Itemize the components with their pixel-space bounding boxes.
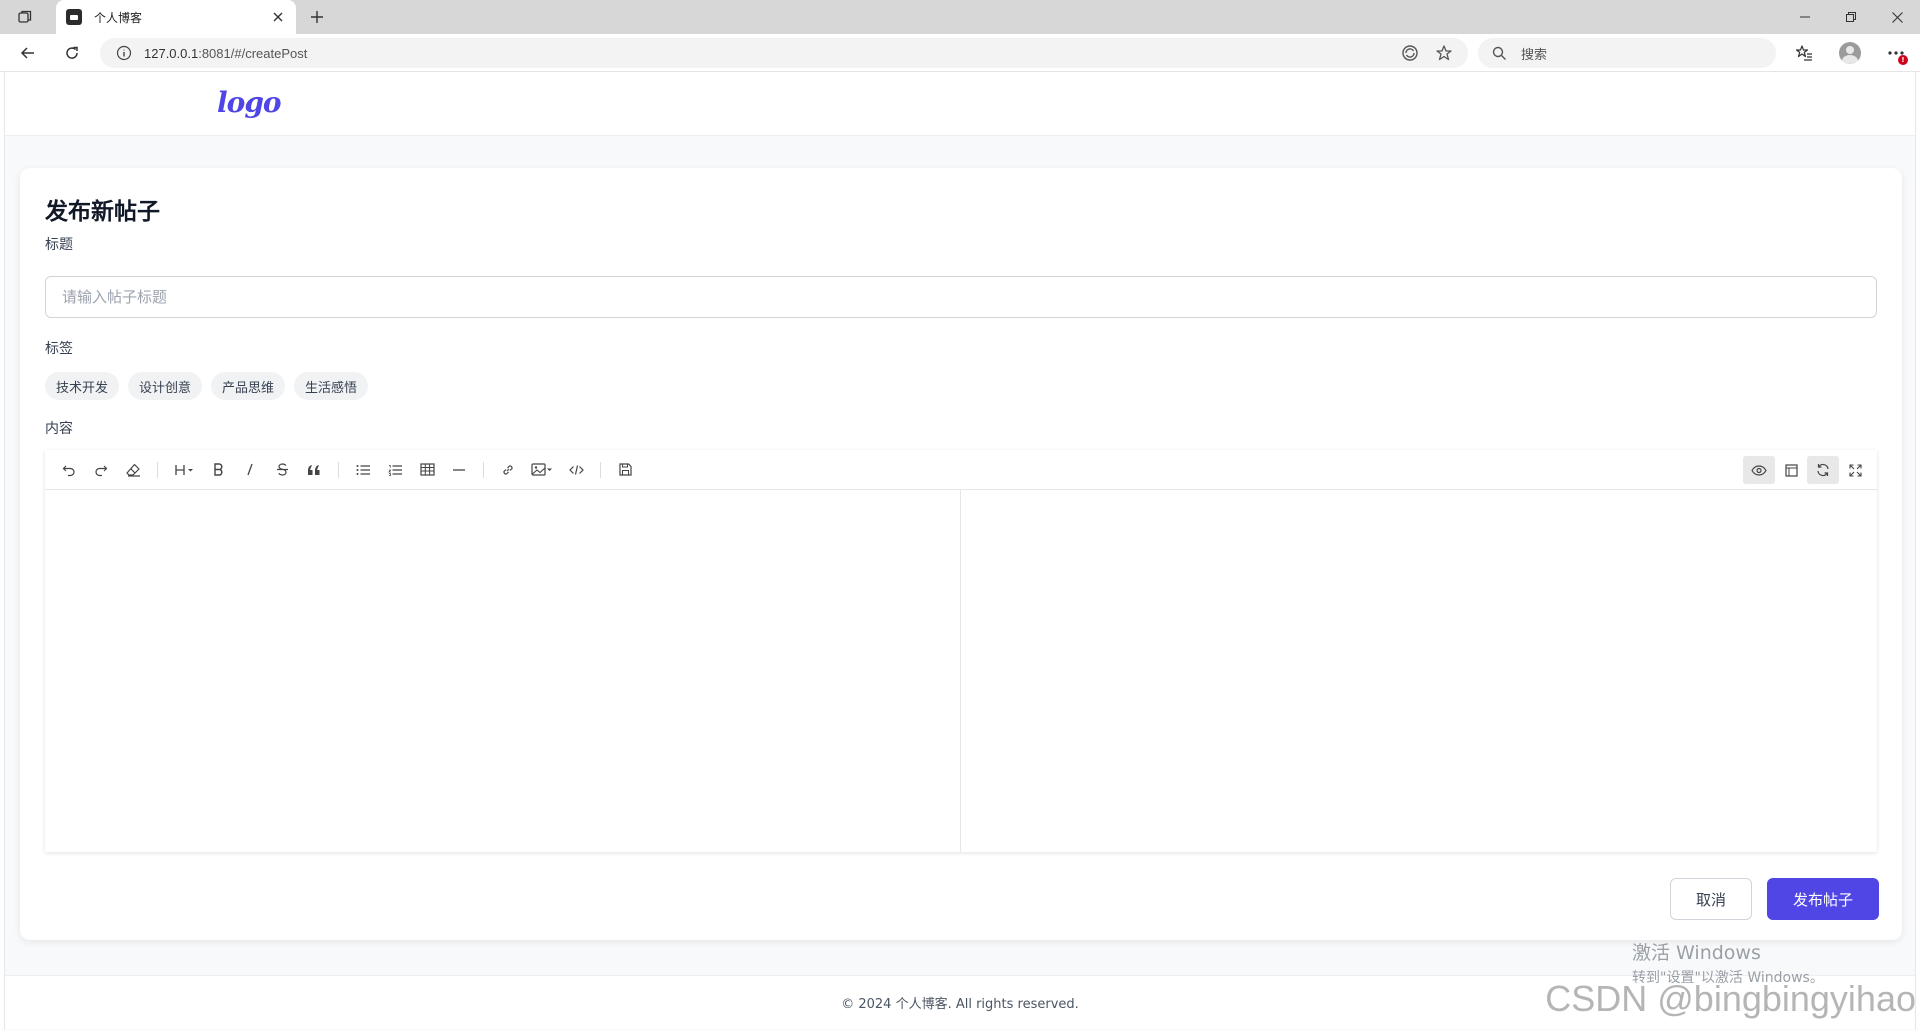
page: logo 发布新帖子 标题 标签 技术开发 设计创意 产品思维 生活感悟 内容 [4, 72, 1916, 1030]
fullscreen-icon[interactable] [1839, 456, 1871, 484]
restore-icon[interactable] [1828, 0, 1874, 34]
quote-icon[interactable] [298, 456, 330, 484]
save-icon[interactable] [609, 456, 641, 484]
profile-avatar[interactable] [1838, 41, 1862, 65]
markdown-editor [45, 450, 1877, 852]
table-icon[interactable] [411, 456, 443, 484]
tag-chip[interactable]: 生活感悟 [294, 372, 369, 400]
copyright-text: © 2024 个人博客. All rights reserved. [841, 997, 1079, 1012]
strikethrough-icon[interactable] [266, 456, 298, 484]
sync-scroll-icon[interactable] [1807, 456, 1839, 484]
address-bar[interactable]: 127.0.0.1:8081/#/createPost [100, 38, 1468, 68]
eraser-icon[interactable] [117, 456, 149, 484]
preview-only-icon[interactable] [1775, 456, 1807, 484]
info-icon[interactable] [116, 45, 132, 61]
close-window-icon[interactable] [1874, 0, 1920, 34]
toolbar-divider [338, 461, 339, 478]
unordered-list-icon[interactable] [347, 456, 379, 484]
more-menu-icon[interactable]: ! [1884, 41, 1908, 65]
url-host: 127.0.0.1 [144, 45, 199, 61]
undo-icon[interactable] [53, 456, 85, 484]
browser-search-box[interactable]: 搜索 [1478, 38, 1776, 68]
notification-badge-icon: ! [1898, 55, 1908, 65]
title-input[interactable] [45, 276, 1877, 318]
tag-list: 技术开发 设计创意 产品思维 生活感悟 [45, 372, 369, 400]
title-label: 标题 [45, 237, 73, 253]
code-icon[interactable] [560, 456, 592, 484]
editor-input-pane[interactable] [45, 490, 961, 852]
tag-chip[interactable]: 设计创意 [128, 372, 203, 400]
browser-tab-bar: 个人博客 [0, 0, 1920, 34]
cancel-button[interactable]: 取消 [1670, 878, 1752, 920]
tag-chip[interactable]: 技术开发 [45, 372, 120, 400]
window-controls [1782, 0, 1920, 34]
page-title: 发布新帖子 [45, 199, 160, 225]
preview-eye-icon[interactable] [1743, 456, 1775, 484]
editor-preview-pane [962, 490, 1877, 852]
close-tab-icon[interactable] [270, 9, 286, 25]
search-placeholder: 搜索 [1521, 47, 1548, 63]
tab-title: 个人博客 [94, 10, 143, 25]
new-tab-icon[interactable] [306, 6, 328, 28]
create-post-card: 发布新帖子 标题 标签 技术开发 设计创意 产品思维 生活感悟 内容 [20, 168, 1902, 940]
editor-toolbar [45, 450, 1877, 490]
translate-icon[interactable] [1400, 43, 1420, 63]
toolbar-divider [157, 461, 158, 478]
link-icon[interactable] [492, 456, 524, 484]
site-logo[interactable]: logo [217, 86, 282, 119]
editor-view-controls [1743, 456, 1871, 484]
toolbar-divider [600, 461, 601, 478]
content-label: 内容 [45, 421, 73, 437]
search-icon [1492, 46, 1506, 60]
activation-line-1: 激活 Windows [1632, 942, 1761, 964]
tags-label: 标签 [45, 341, 73, 357]
back-icon[interactable] [16, 41, 40, 65]
bold-icon[interactable] [202, 456, 234, 484]
minimize-icon[interactable] [1782, 0, 1828, 34]
tab-actions-icon[interactable] [14, 6, 36, 28]
tag-chip[interactable]: 产品思维 [211, 372, 286, 400]
address-url[interactable]: 127.0.0.1:8081/#/createPost [144, 46, 1400, 61]
publish-button[interactable]: 发布帖子 [1767, 878, 1879, 920]
italic-icon[interactable] [234, 456, 266, 484]
reload-icon[interactable] [60, 41, 84, 65]
favorite-star-icon[interactable] [1434, 43, 1454, 63]
image-dropdown-icon[interactable] [524, 456, 560, 484]
browser-toolbar: 127.0.0.1:8081/#/createPost 搜索 ! [0, 34, 1920, 72]
favorites-icon[interactable] [1792, 41, 1816, 65]
csdn-watermark: CSDN @bingbingyihao [1545, 978, 1916, 1019]
url-path: :8081/#/createPost [198, 45, 308, 61]
site-header: logo [5, 72, 1915, 136]
horizontal-rule-icon[interactable] [443, 456, 475, 484]
tab-favicon-icon [66, 9, 82, 25]
redo-icon[interactable] [85, 456, 117, 484]
ordered-list-icon[interactable] [379, 456, 411, 484]
avatar [1839, 42, 1861, 64]
heading-dropdown-icon[interactable] [166, 456, 202, 484]
browser-tab[interactable]: 个人博客 [56, 0, 296, 34]
toolbar-divider [483, 461, 484, 478]
